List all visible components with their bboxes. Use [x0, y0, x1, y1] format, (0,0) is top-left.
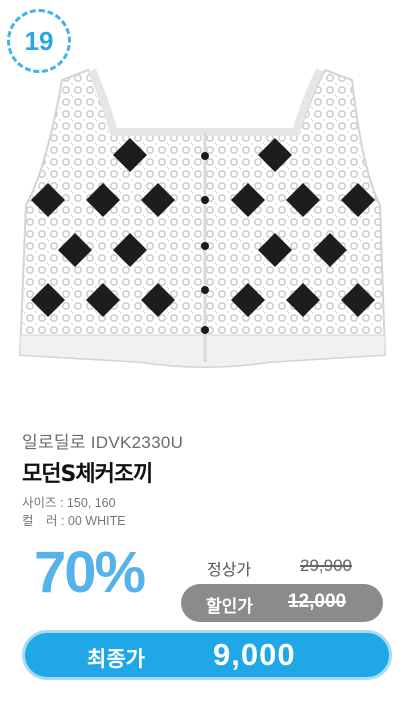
sale-price-label: 할인가 — [206, 597, 253, 617]
final-price-label: 최종가 — [87, 647, 145, 671]
brand-code: 일로딜로 IDVK2330U — [22, 433, 184, 452]
rank-badge: 19 — [7, 9, 71, 73]
color-info: 컬 러 : 00 WHITE — [22, 514, 126, 528]
discount-rate: 70% — [34, 540, 146, 605]
sale-price-pill: 할인가 12,000 — [181, 584, 383, 622]
size-info: 사이즈 : 150, 160 — [22, 496, 116, 510]
regular-price: 29,900 — [300, 556, 352, 575]
final-price-button[interactable]: 최종가 9,000 — [22, 630, 392, 680]
rank-number: 19 — [24, 25, 54, 56]
final-price: 9,000 — [213, 637, 296, 672]
product-image[interactable]: 19 — [0, 0, 409, 405]
sale-price: 12,000 — [288, 591, 347, 612]
regular-price-label: 정상가 — [207, 560, 252, 579]
product-name[interactable]: 모던S체커조끼 — [22, 456, 153, 488]
